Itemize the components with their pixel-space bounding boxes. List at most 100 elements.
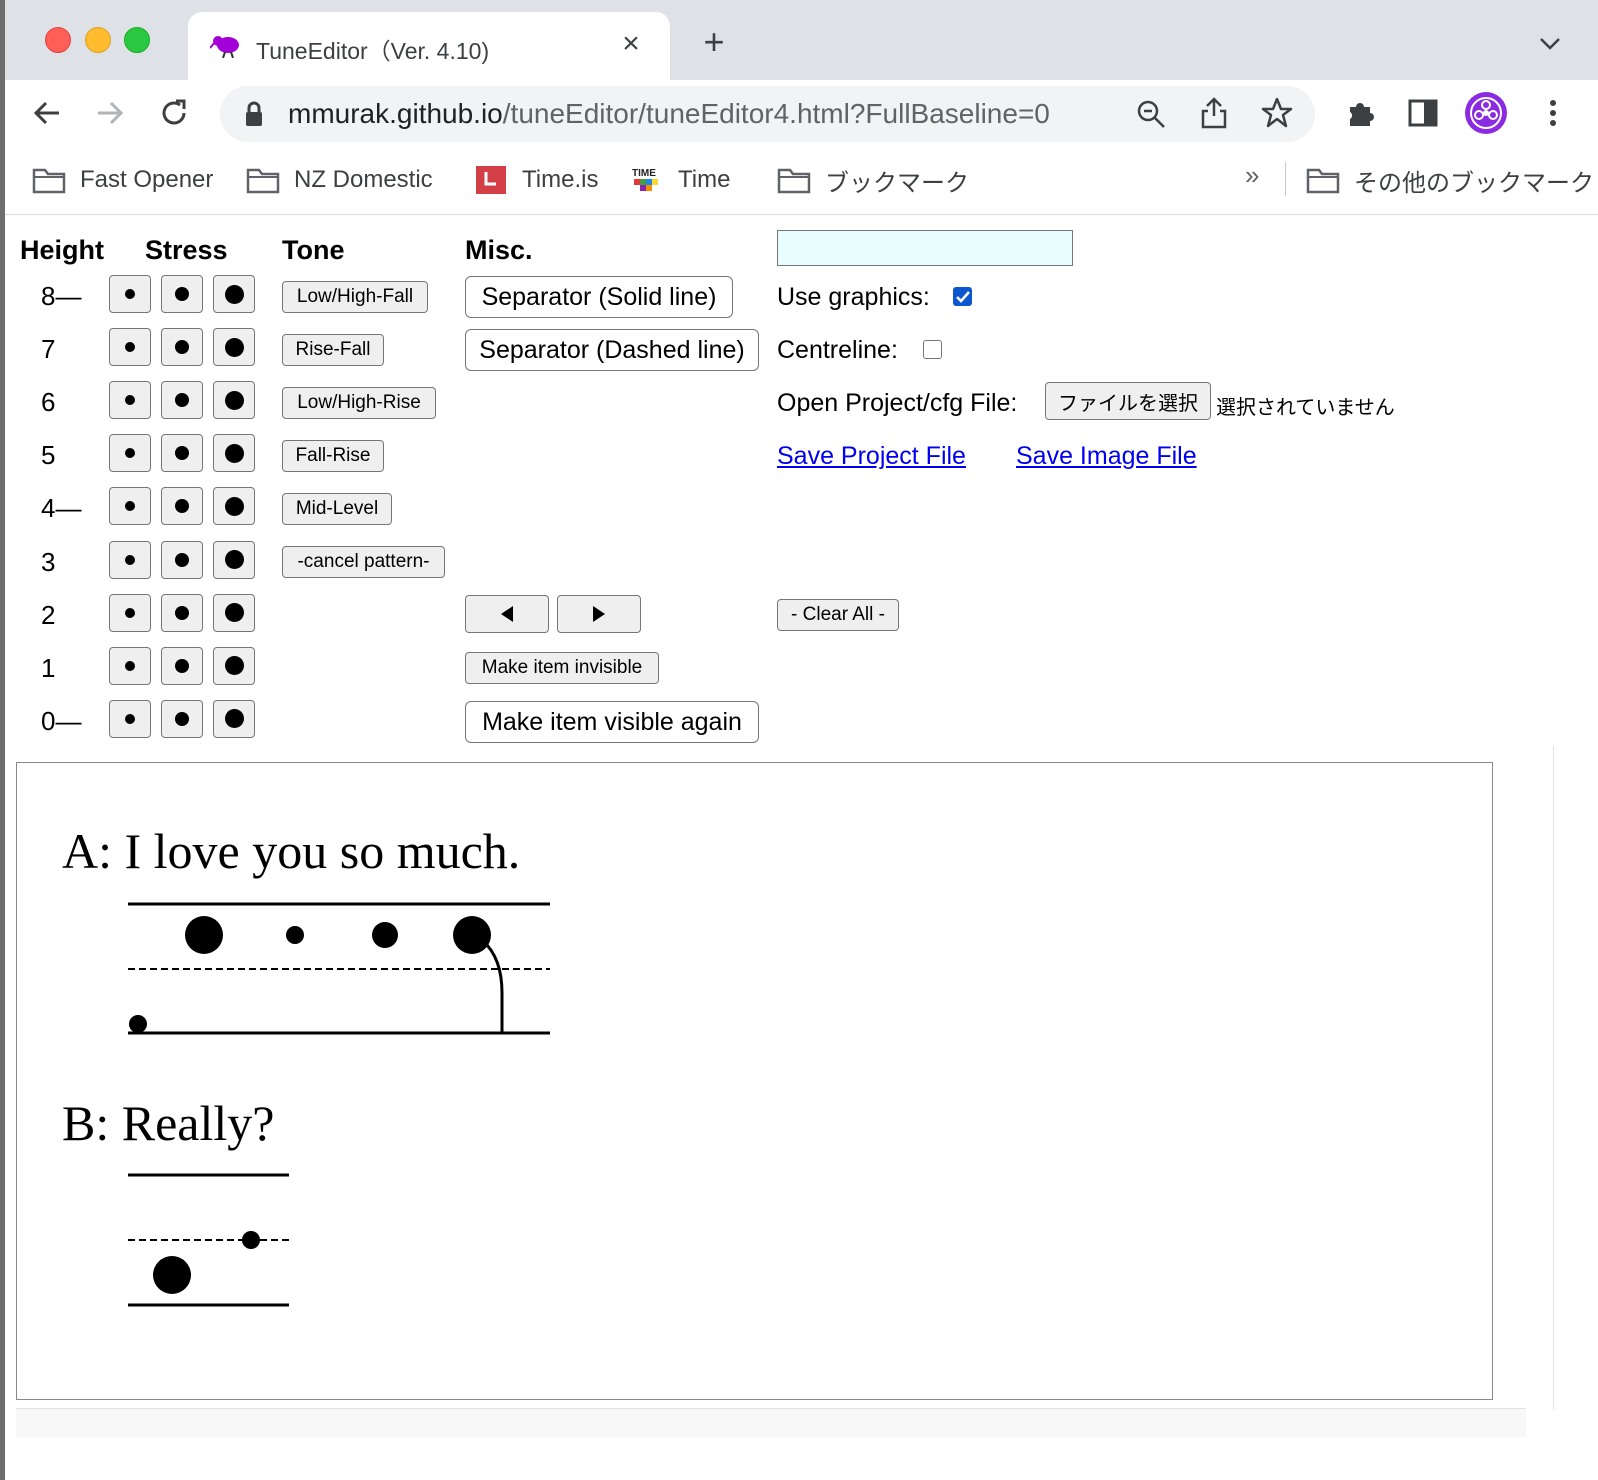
height-label: 5 [41, 440, 56, 471]
tune-canvas[interactable]: A: I love you so much. B: Really? [16, 762, 1493, 1400]
page-content: Height Stress Tone Misc. Low/High-Fall R… [5, 215, 1598, 1480]
annotation-text-input[interactable] [777, 230, 1073, 266]
bookmark-bookmarks-folder[interactable]: ブックマーク [777, 164, 969, 197]
chevron-down-icon[interactable] [1535, 28, 1565, 58]
dot-icon [175, 552, 189, 567]
nucleus-dot-button[interactable] [213, 434, 255, 473]
share-icon[interactable] [1198, 96, 1230, 130]
header-misc: Misc. [465, 235, 533, 265]
dot-icon [224, 709, 244, 729]
tone-mid-level-button[interactable]: Mid-Level [282, 493, 392, 525]
browser-tab[interactable]: TuneEditor（Ver. 4.10) × [188, 12, 670, 80]
prev-item-button[interactable] [465, 595, 549, 633]
stress-dot [153, 1256, 191, 1294]
bookmark-time[interactable]: TIME Time [630, 164, 730, 196]
make-invisible-button[interactable]: Make item invisible [465, 652, 659, 684]
bookmark-nz-domestic[interactable]: NZ Domestic [246, 164, 433, 196]
tone-fall-rise-button[interactable]: Fall-Rise [282, 440, 384, 472]
stress-dot [453, 916, 491, 954]
nucleus-dot-button[interactable] [213, 646, 255, 685]
reload-button[interactable] [153, 92, 195, 134]
nucleus-dot-button[interactable] [213, 540, 255, 579]
close-window-button[interactable] [45, 27, 71, 53]
use-graphics-checkbox[interactable] [953, 287, 972, 306]
nucleus-dot-button[interactable] [213, 328, 255, 367]
bookmarks-divider [1285, 162, 1286, 196]
side-panel-button[interactable] [1402, 92, 1444, 134]
stressed-dot-button[interactable] [161, 593, 203, 632]
stressed-dot-button[interactable] [161, 699, 203, 738]
unstressed-dot-button[interactable] [109, 434, 151, 473]
arrow-left-icon [33, 101, 59, 125]
tone-cancel-pattern-button[interactable]: -cancel pattern- [282, 546, 445, 578]
tone-low-high-rise-button[interactable]: Low/High-Rise [282, 387, 436, 419]
dot-icon [175, 287, 189, 301]
bookmark-label: NZ Domestic [294, 166, 433, 193]
stressed-dot-button[interactable] [161, 275, 203, 313]
next-item-button[interactable] [557, 595, 641, 633]
url-text: mmurak.github.io/tuneEditor/tuneEditor4.… [288, 98, 1050, 130]
dot-icon [125, 554, 135, 565]
unstressed-dot-button[interactable] [109, 275, 151, 313]
folder-icon [777, 168, 811, 194]
dot-icon [175, 711, 189, 726]
dot-icon [125, 713, 135, 724]
nucleus-dot-button[interactable] [213, 381, 255, 420]
nucleus-dot-button[interactable] [213, 699, 255, 738]
unstressed-dot-button[interactable] [109, 381, 151, 420]
nucleus-dot-button[interactable] [213, 593, 255, 632]
bookmark-other-bookmarks[interactable]: その他のブックマーク [1306, 164, 1594, 197]
unstressed-dot-button[interactable] [109, 699, 151, 738]
bookmarks-overflow-button[interactable]: » [1245, 160, 1259, 191]
maximize-window-button[interactable] [124, 27, 150, 53]
nucleus-dot-button[interactable] [213, 275, 255, 313]
puzzle-icon [1350, 103, 1374, 126]
close-tab-icon[interactable]: × [616, 26, 646, 62]
horizontal-scrollbar[interactable] [16, 1408, 1526, 1437]
choose-file-button[interactable]: ファイルを選択 [1045, 382, 1211, 420]
clear-all-button[interactable]: - Clear All - [777, 599, 899, 631]
dot-icon [175, 446, 189, 461]
back-button[interactable] [26, 92, 68, 134]
header-stress: Stress [145, 235, 228, 265]
tone-rise-fall-button[interactable]: Rise-Fall [282, 334, 384, 366]
separator-solid-button[interactable]: Separator (Solid line) [465, 276, 733, 318]
stressed-dot-button[interactable] [161, 381, 203, 420]
make-visible-button[interactable]: Make item visible again [465, 701, 759, 743]
url-path: /tuneEditor/tuneEditor4.html?FullBaselin… [502, 98, 1050, 129]
bookmark-fast-opener[interactable]: Fast Opener [32, 164, 213, 196]
minimize-window-button[interactable] [85, 27, 111, 53]
new-tab-button[interactable]: + [696, 24, 732, 60]
star-icon[interactable] [1260, 96, 1294, 130]
address-bar[interactable]: mmurak.github.io/tuneEditor/tuneEditor4.… [220, 86, 1315, 142]
unstressed-dot-button[interactable] [109, 328, 151, 367]
dot-icon [224, 603, 244, 623]
utterance-b: B: Really? [62, 1095, 274, 1151]
tone-low-high-fall-button[interactable]: Low/High-Fall [282, 281, 428, 313]
unstressed-dot-button[interactable] [109, 646, 151, 685]
separator-dashed-button[interactable]: Separator (Dashed line) [465, 329, 759, 371]
unstressed-dot-button[interactable] [109, 540, 151, 579]
unstressed-dot-button[interactable] [109, 487, 151, 526]
forward-button[interactable] [89, 92, 131, 134]
bookmark-time-is[interactable]: Time.is [474, 164, 598, 196]
bookmark-label: ブックマーク [825, 169, 969, 197]
use-graphics-label: Use graphics: [777, 283, 930, 311]
stressed-dot-button[interactable] [161, 328, 203, 367]
dot-icon [125, 289, 135, 299]
profile-avatar[interactable] [1465, 92, 1507, 134]
save-image-link[interactable]: Save Image File [1016, 442, 1197, 471]
stressed-dot-button[interactable] [161, 434, 203, 473]
stressed-dot-button[interactable] [161, 487, 203, 526]
arrow-right-icon [98, 101, 124, 125]
timeis-icon [476, 166, 506, 194]
nucleus-dot-button[interactable] [213, 487, 255, 526]
extensions-button[interactable] [1340, 92, 1382, 134]
save-project-link[interactable]: Save Project File [777, 442, 966, 471]
zoom-icon[interactable] [1135, 98, 1167, 130]
centreline-checkbox[interactable] [923, 340, 942, 359]
stressed-dot-button[interactable] [161, 540, 203, 579]
unstressed-dot-button[interactable] [109, 593, 151, 632]
menu-button[interactable] [1532, 92, 1574, 134]
stressed-dot-button[interactable] [161, 646, 203, 685]
